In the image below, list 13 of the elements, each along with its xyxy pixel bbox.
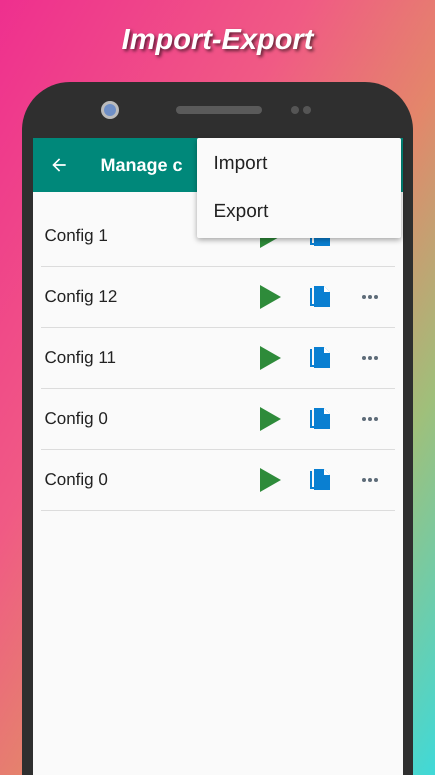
menu-item[interactable]: Export [196, 188, 400, 236]
config-row[interactable]: Config 12 [40, 267, 394, 328]
config-row[interactable]: Config 11 [40, 328, 394, 389]
config-name: Config 0 [44, 470, 109, 490]
config-row[interactable]: Config 0 [40, 389, 394, 450]
menu-item[interactable]: Import [196, 140, 400, 188]
screen-title: Manage c [100, 154, 183, 176]
config-name: Config 12 [44, 287, 118, 307]
config-name: Config 0 [44, 409, 109, 429]
headline: Import-Export [122, 24, 314, 58]
config-name: Config 1 [44, 226, 109, 246]
config-name: Config 11 [44, 348, 118, 368]
config-row[interactable]: Config 0 [40, 450, 394, 511]
